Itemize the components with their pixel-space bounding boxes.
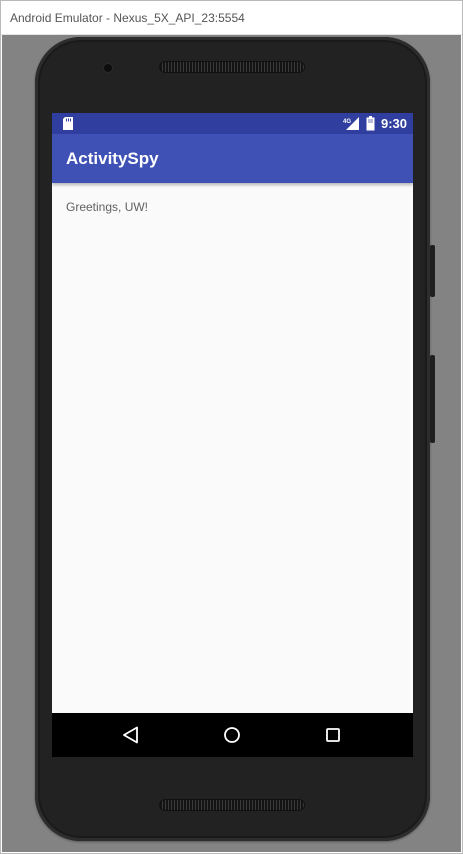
- window-titlebar[interactable]: Android Emulator - Nexus_5X_API_23:5554: [1, 1, 462, 35]
- battery-icon: [366, 116, 375, 131]
- emulator-window: Android Emulator - Nexus_5X_API_23:5554: [0, 0, 463, 854]
- home-icon: [224, 727, 240, 743]
- power-button[interactable]: [430, 245, 435, 297]
- recents-icon: [326, 728, 340, 742]
- app-toolbar: ActivitySpy: [52, 134, 413, 183]
- device-frame: 4G 9:30 ActivitySpy Greetings, UW!: [35, 37, 435, 841]
- bottom-speaker: [159, 799, 305, 811]
- app-title: ActivitySpy: [66, 149, 159, 168]
- volume-button[interactable]: [430, 355, 435, 443]
- status-clock: 9:30: [381, 116, 408, 131]
- greeting-text: Greetings, UW!: [66, 200, 149, 214]
- sd-card-icon: [63, 117, 73, 130]
- window-title: Android Emulator - Nexus_5X_API_23:5554: [10, 11, 245, 25]
- back-button[interactable]: [116, 720, 146, 750]
- earpiece-speaker: [159, 61, 305, 73]
- emulator-canvas: 4G 9:30 ActivitySpy Greetings, UW!: [2, 35, 461, 852]
- signal-4g-icon: 4G: [343, 117, 359, 130]
- navigation-bar: [52, 713, 413, 757]
- recents-button[interactable]: [318, 720, 348, 750]
- network-type-label: 4G: [343, 119, 351, 125]
- device-screen[interactable]: 4G 9:30 ActivitySpy Greetings, UW!: [52, 113, 413, 757]
- home-button[interactable]: [217, 720, 247, 750]
- front-camera-icon: [104, 64, 112, 72]
- status-bar: 4G 9:30: [52, 113, 413, 134]
- back-icon: [123, 726, 138, 744]
